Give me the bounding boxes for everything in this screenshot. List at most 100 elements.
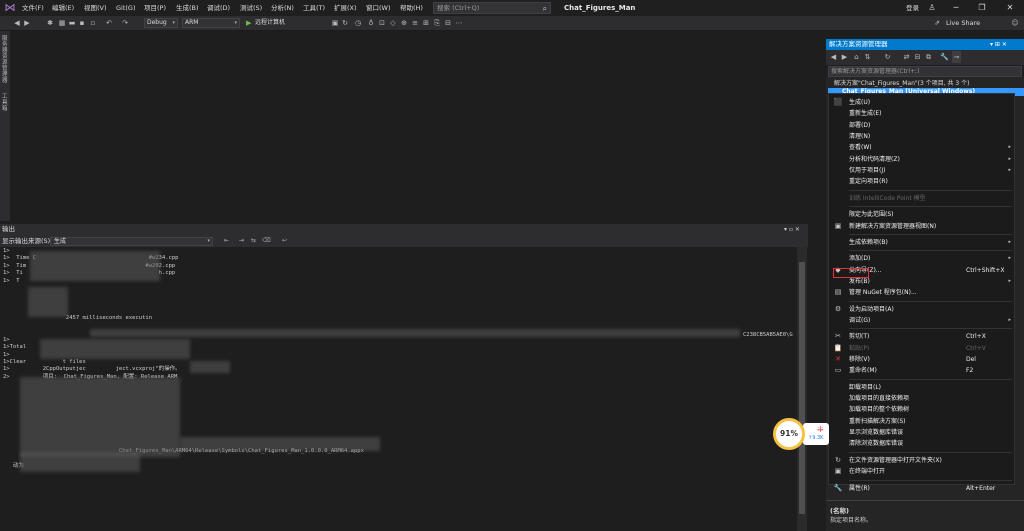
context-menu-item[interactable]: 查看(W) ▸	[829, 142, 1014, 153]
context-menu-item[interactable]: 加载项目的直接依赖项	[829, 393, 1014, 404]
layout-icon[interactable]: ⊡	[377, 17, 387, 29]
forward-icon[interactable]: ▶	[22, 17, 32, 29]
login-button[interactable]: 登录	[906, 3, 919, 13]
network-speed-widget[interactable]: ⁜ ↑9.3K 91%	[773, 415, 833, 453]
sync-icon[interactable]: ⇄	[902, 51, 911, 63]
feedback-icon[interactable]: ☺	[1010, 17, 1020, 29]
switch-views-icon[interactable]: ⇅	[863, 51, 872, 63]
visual-studio-logo-icon[interactable]: ⋈	[4, 2, 16, 14]
open-file-icon[interactable]: ▦	[57, 17, 67, 29]
context-menu-item[interactable]: 加载项目的整个依赖树	[829, 404, 1014, 415]
word-wrap-icon[interactable]: ↩	[280, 236, 289, 246]
context-menu-item[interactable]: 调试(G) ▸	[829, 315, 1014, 326]
context-menu-item[interactable]: ✂ 剪切(T) Ctrl+X	[829, 331, 1014, 342]
solution-search-input[interactable]: 搜索解决方案资源管理器(Ctrl+;)	[828, 66, 1022, 77]
output-scroll-thumb[interactable]	[799, 262, 805, 514]
menu-item[interactable]: 测试(S)	[240, 3, 262, 13]
find-icon[interactable]: ⊞	[421, 17, 431, 29]
toolbox-tab[interactable]: 工具箱	[2, 94, 8, 112]
live-share-button[interactable]: Live Share	[946, 18, 980, 28]
menu-item[interactable]: 项目(P)	[144, 3, 166, 13]
menu-item[interactable]: 文件(F)	[22, 3, 44, 13]
find-message-icon[interactable]: ⇆	[249, 236, 258, 246]
configuration-dropdown[interactable]: Debug ▾	[144, 18, 178, 28]
context-menu-item[interactable]: 部署(D)	[829, 120, 1014, 131]
tag-icon[interactable]: ◇	[388, 17, 398, 29]
xaml-icon[interactable]: ♁	[366, 17, 376, 29]
back-icon[interactable]: ◀	[829, 51, 838, 63]
uncomment-icon[interactable]: ⊟	[443, 17, 453, 29]
context-menu-item[interactable]: 清理(N)	[829, 131, 1014, 142]
minimize-button[interactable]: ─	[948, 2, 964, 14]
menu-item[interactable]: 编辑(E)	[52, 3, 74, 13]
pane-controls-icon[interactable]: ▾ ⊞ ✕	[990, 39, 1007, 50]
menu-item[interactable]: 调试(D)	[207, 3, 230, 13]
context-menu-item[interactable]: ▤ 管理 NuGet 程序包(N)...	[829, 287, 1014, 298]
clear-all-icon[interactable]: ⌫	[262, 236, 271, 246]
solution-node[interactable]: 解决方案"Chat_Figures_Man"(3 个项目, 共 3 个)	[834, 79, 970, 88]
preview-icon[interactable]: ⊸	[952, 51, 961, 63]
server-explorer-tab[interactable]: 服务器资源管理器	[2, 36, 8, 84]
bookmark-icon[interactable]: ⊕	[399, 17, 409, 29]
live-share-icon[interactable]: ⇗	[932, 17, 942, 29]
output-source-dropdown[interactable]: 生成 ▾	[50, 237, 213, 246]
goto-next-icon[interactable]: ⇥	[237, 236, 246, 246]
account-icon[interactable]: ♙	[924, 2, 940, 14]
context-menu-item[interactable]: ↻ 在文件资源管理器中打开文件夹(X)	[829, 455, 1014, 466]
context-menu-item[interactable]: 重新生成(E)	[829, 108, 1014, 119]
save-icon[interactable]: ▪	[77, 17, 87, 29]
platform-dropdown[interactable]: ARM ▾	[182, 18, 240, 28]
collapse-all-icon[interactable]: ⊟	[913, 51, 922, 63]
context-menu-item[interactable]: 卸载项目(L)	[829, 382, 1014, 393]
search-input[interactable]: 搜索 (Ctrl+Q) ⌕	[433, 2, 551, 14]
comment-icon[interactable]: ⎘	[432, 17, 442, 29]
show-all-files-icon[interactable]: ⧉	[924, 51, 933, 63]
context-menu-item[interactable]: 仅用于项目(J) ▸	[829, 165, 1014, 176]
search-icon[interactable]: ⌕	[543, 3, 547, 14]
menu-item[interactable]: 帮助(H)	[400, 3, 423, 13]
context-menu-item[interactable]: 清除浏览数据库错误	[829, 438, 1014, 449]
output-text-area[interactable]: 1>1> Time C #w234.cpp1> Tim #w202.cpp1> …	[0, 247, 797, 531]
redo-icon[interactable]: ↷	[120, 17, 130, 29]
clock-icon[interactable]: ◷	[353, 17, 363, 29]
play-icon[interactable]: ▶	[246, 18, 251, 28]
context-menu-item[interactable]: 显示浏览数据库错误	[829, 427, 1014, 438]
goto-previous-icon[interactable]: ⇤	[222, 236, 231, 246]
run-target-button[interactable]: 远程计算机	[255, 18, 285, 28]
code-icon[interactable]: ≡	[410, 17, 420, 29]
context-menu-item[interactable]: 添加(D) ▸	[829, 253, 1014, 264]
format-icon[interactable]: ⋯	[454, 17, 464, 29]
context-menu-item[interactable]: ⚙ 设为启动项目(A)	[829, 304, 1014, 315]
restore-button[interactable]: ❐	[974, 2, 990, 14]
menu-item[interactable]: 分析(N)	[271, 3, 294, 13]
menu-item[interactable]: 扩展(X)	[334, 3, 357, 13]
menu-item[interactable]: 工具(T)	[303, 3, 325, 13]
context-menu-item[interactable]: 限定为此范围(S)	[829, 209, 1014, 220]
context-menu-item[interactable]: 分析和代码清理(Z) ▸	[829, 154, 1014, 165]
context-menu-item[interactable]: ▣ 新建解决方案资源管理器视图(N)	[829, 221, 1014, 232]
menu-item[interactable]: 视图(V)	[84, 3, 107, 13]
pane-controls-icon[interactable]: ▾ ▫ ✕	[784, 224, 800, 235]
context-menu-item[interactable]: 生成依赖项(B) ▸	[829, 237, 1014, 248]
folder-icon[interactable]: ▬	[67, 17, 77, 29]
pending-changes-icon[interactable]: ↻	[883, 51, 892, 63]
editor-area[interactable]	[10, 31, 826, 223]
context-menu-item[interactable]: ⬛ 生成(U)	[829, 97, 1014, 108]
home-icon[interactable]: ⌂	[852, 51, 861, 63]
context-menu-item[interactable]: ▭ 重命名(M) F2	[829, 365, 1014, 376]
context-menu-item[interactable]: 重新扫描解决方案(S)	[829, 416, 1014, 427]
context-menu-item[interactable]: ✕ 移除(V) Del	[829, 354, 1014, 365]
close-window-button[interactable]: ✕	[1002, 2, 1018, 14]
screenshot-icon[interactable]: ▣	[330, 17, 340, 29]
menu-item[interactable]: Git(G)	[116, 3, 136, 13]
save-all-icon[interactable]: ▫	[88, 17, 98, 29]
refresh-icon[interactable]: ↻	[340, 17, 350, 29]
forward-icon[interactable]: ▶	[840, 51, 849, 63]
back-icon[interactable]: ◀	[12, 17, 22, 29]
undo-icon[interactable]: ↶	[104, 17, 114, 29]
menu-item[interactable]: 窗口(W)	[366, 3, 391, 13]
properties-icon[interactable]: 🔧	[940, 51, 949, 63]
context-menu-item[interactable]: 重定向项目(R)	[829, 176, 1014, 187]
context-menu-item[interactable]: 🔧 属性(R) Alt+Enter	[829, 483, 1014, 494]
context-menu-item[interactable]: ▣ 在终端中打开	[829, 466, 1014, 477]
